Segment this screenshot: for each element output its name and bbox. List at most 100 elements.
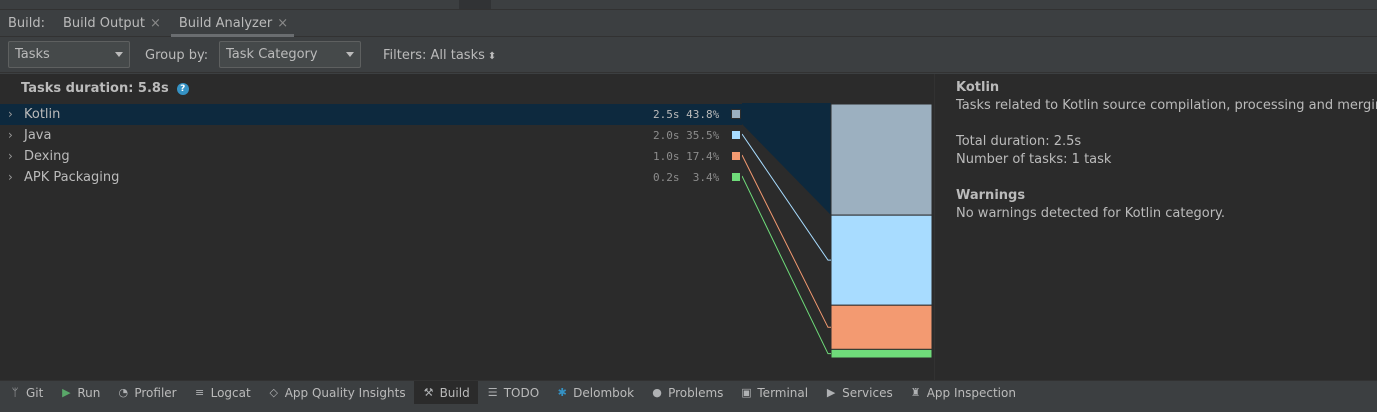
tab-build-analyzer[interactable]: Build Analyzer ×: [169, 10, 296, 37]
filters-dropdown[interactable]: Filters: All tasks ⬍: [383, 48, 496, 63]
chevron-right-icon[interactable]: ›: [8, 170, 13, 184]
chevron-right-icon[interactable]: ›: [8, 107, 13, 121]
details-task-count: Number of tasks: 1 task: [956, 152, 1112, 167]
toolwindow-problems[interactable]: ● Problems: [642, 381, 731, 405]
scroll-stub: [459, 0, 491, 9]
warnings-text: No warnings detected for Kotlin category…: [956, 206, 1226, 221]
task-row-kotlin[interactable]: › Kotlin 2.5s 43.8%: [0, 104, 742, 125]
task-duration: 0.2s 3.4%: [653, 171, 719, 184]
task-row-dexing[interactable]: › Dexing 1.0s 17.4%: [0, 146, 742, 167]
selection-highlight: [742, 103, 831, 216]
tool-window-bar: ᛘ Git ▶ Run ◔ Profiler ≡ Logcat ◇ App Quality…: [0, 380, 1377, 405]
group-by-select[interactable]: Task Category: [219, 41, 361, 68]
quality-icon: ◇: [269, 386, 278, 399]
close-icon[interactable]: ×: [277, 16, 288, 31]
toolwindow-run[interactable]: ▶ Run: [51, 381, 108, 405]
toolwindow-services[interactable]: ▶ Services: [816, 381, 901, 405]
task-name: Java: [24, 128, 52, 143]
close-icon[interactable]: ×: [150, 16, 161, 31]
group-by-label: Group by:: [145, 48, 209, 63]
details-title: Kotlin: [956, 80, 1000, 95]
duration-value: 2.0s: [653, 129, 680, 142]
inspection-icon: ♜: [910, 386, 921, 399]
view-select[interactable]: Tasks: [8, 41, 130, 68]
toolwindow-label: Delombok: [573, 385, 635, 400]
details-description: Tasks related to Kotlin source compilati…: [956, 98, 1377, 113]
color-swatch: [731, 172, 741, 182]
analyzer-toolbar: Tasks Group by: Task Category Filters: A…: [0, 37, 1377, 73]
task-name: APK Packaging: [24, 170, 120, 185]
details-panel: Kotlin Tasks related to Kotlin source co…: [934, 74, 1377, 380]
toolwindow-label: Git: [26, 385, 44, 400]
task-name: Dexing: [24, 149, 70, 164]
toolwindow-label: Problems: [668, 385, 724, 400]
duration-value: 2.5s: [653, 108, 680, 121]
chevron-right-icon[interactable]: ›: [8, 128, 13, 142]
todo-icon: ☰: [487, 386, 498, 399]
chevron-right-icon[interactable]: ›: [8, 149, 13, 163]
task-duration-chart: [742, 103, 933, 359]
toolwindow-logcat[interactable]: ≡ Logcat: [185, 381, 259, 405]
tasks-panel: Tasks duration: 5.8s? › Kotlin 2.5s 43.8…: [0, 74, 934, 380]
chart-bar-segment[interactable]: [830, 214, 933, 306]
chevron-down-icon: [346, 52, 354, 57]
toolwindow-label: Build: [439, 385, 470, 400]
percent-value: 17.4%: [686, 150, 720, 163]
toolwindow-todo[interactable]: ☰ TODO: [478, 381, 547, 405]
view-select-value: Tasks: [15, 47, 50, 62]
task-name: Kotlin: [24, 107, 61, 122]
toolwindow-terminal[interactable]: ▣ Terminal: [731, 381, 816, 405]
duration-value: 1.0s: [653, 150, 680, 163]
toolwindow-label: Terminal: [757, 385, 809, 400]
toolwindow-git[interactable]: ᛘ Git: [0, 381, 51, 405]
toolwindow-app-inspection[interactable]: ♜ App Inspection: [901, 381, 1024, 405]
filters-label: Filters: All tasks: [383, 48, 485, 63]
toolwindow-label: TODO: [503, 385, 540, 400]
chart-bar-segment[interactable]: [830, 304, 933, 350]
run-icon: ▶: [62, 386, 71, 399]
profiler-icon: ◔: [118, 386, 129, 399]
up-down-icon: ⬍: [487, 51, 497, 62]
help-icon[interactable]: ?: [176, 83, 189, 95]
chevron-down-icon: [115, 52, 123, 57]
tab-build-output[interactable]: Build Output ×: [53, 10, 169, 37]
tool-window-tabbar: Build: Build Output × Build Analyzer ×: [0, 10, 1377, 37]
toolwindow-delombok[interactable]: ✱ Delombok: [547, 381, 642, 405]
tasks-duration-title: Tasks duration: 5.8s: [21, 81, 169, 96]
duration-value: 0.2s: [653, 171, 680, 184]
toolwindow-label: Services: [842, 385, 893, 400]
chart-bar-segment[interactable]: [830, 103, 933, 216]
task-row-apk-packaging[interactable]: › APK Packaging 0.2s 3.4%: [0, 167, 742, 188]
toolwindow-label: Run: [77, 385, 101, 400]
percent-value: 3.4%: [692, 171, 720, 184]
warnings-title: Warnings: [956, 188, 1026, 203]
toolwindow-build[interactable]: ⚒ Build: [413, 380, 478, 405]
percent-value: 35.5%: [686, 129, 720, 142]
toolwindow-label: App Inspection: [926, 385, 1016, 400]
task-row-java[interactable]: › Java 2.0s 35.5%: [0, 125, 742, 146]
toolwindow-label: Profiler: [134, 385, 177, 400]
hammer-icon: ⚒: [423, 386, 434, 399]
toolwindow-label: Logcat: [210, 385, 251, 400]
chart-bar-segment[interactable]: [830, 348, 933, 359]
toolwindow-app-quality-insights[interactable]: ◇ App Quality Insights: [259, 381, 414, 405]
services-icon: ▶: [826, 386, 836, 399]
git-branch-icon: ᛘ: [11, 386, 19, 399]
percent-value: 43.8%: [686, 108, 720, 121]
tab-label: Build Output: [63, 15, 145, 31]
top-strip: [0, 0, 1377, 10]
group-by-value: Task Category: [226, 47, 318, 62]
details-total-duration: Total duration: 2.5s: [956, 134, 1082, 149]
bottom-edge: [0, 404, 1377, 412]
problems-icon: ●: [652, 386, 662, 399]
color-swatch: [731, 109, 741, 119]
tab-label: Build Analyzer: [178, 15, 273, 31]
logcat-icon: ≡: [195, 386, 205, 399]
delombok-icon: ✱: [557, 386, 567, 399]
color-swatch: [731, 151, 741, 161]
task-duration: 2.5s 43.8%: [653, 108, 719, 121]
task-duration: 1.0s 17.4%: [653, 150, 719, 163]
tasks-duration-heading: Tasks duration: 5.8s?: [21, 81, 189, 96]
toolwindow-profiler[interactable]: ◔ Profiler: [108, 381, 184, 405]
color-swatch: [731, 130, 741, 140]
